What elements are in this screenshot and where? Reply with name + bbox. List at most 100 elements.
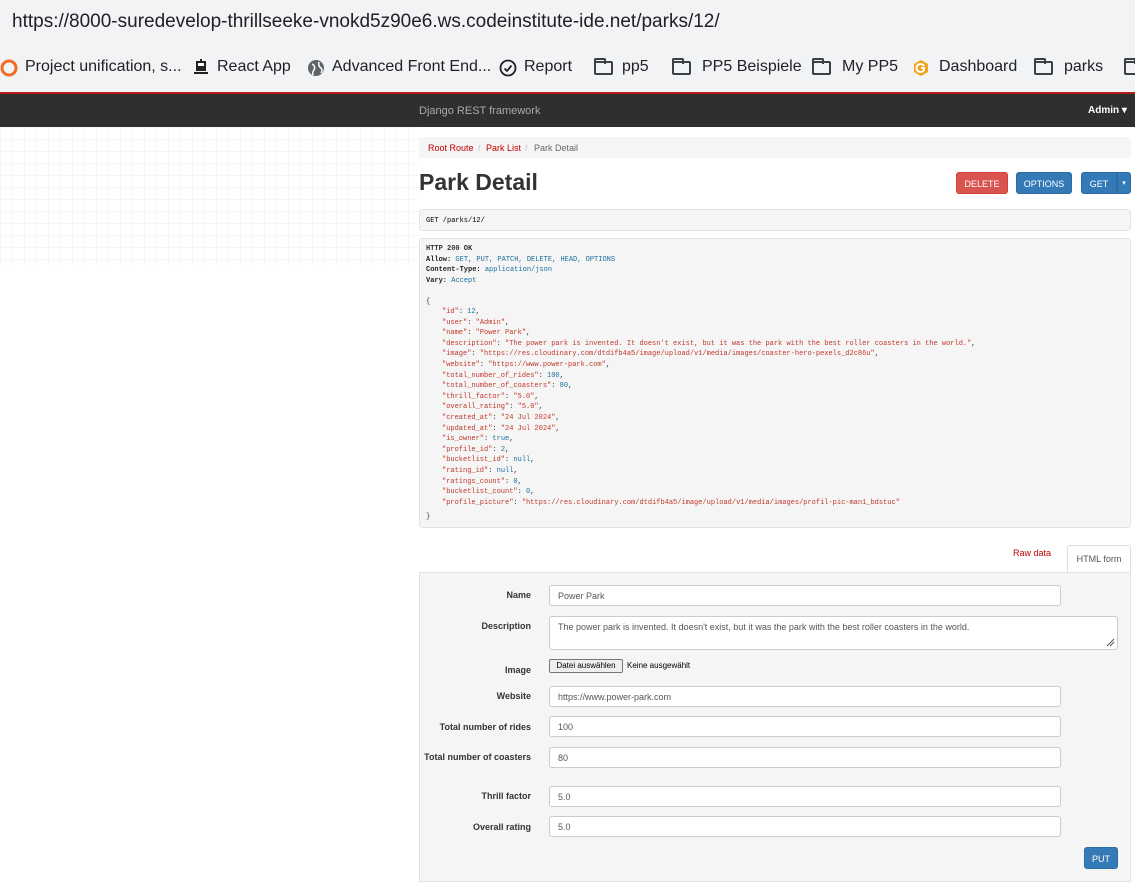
put-button[interactable]: PUT (1084, 847, 1118, 869)
response-header: Content-Type: application/json (426, 266, 552, 274)
json-field: "updated_at": "24 Jul 2024", (442, 424, 560, 433)
get-button[interactable]: GET (1081, 172, 1117, 194)
header-value: application/json (484, 266, 553, 274)
g-logo-icon (914, 60, 928, 76)
navbar-brand[interactable]: Django REST framework (419, 105, 540, 117)
json-value: null (496, 467, 514, 475)
json-value: "5.0" (513, 392, 535, 401)
json-field: "id": 12, (442, 308, 480, 316)
delete-button[interactable]: DELETE (956, 172, 1008, 194)
header-value: GET, PUT, PATCH, DELETE, HEAD, OPTIONS (455, 256, 616, 264)
choose-file-button[interactable]: Datei auswählen (549, 659, 623, 673)
folder-icon (672, 58, 691, 75)
overall-rating-label: Overall rating (472, 822, 531, 832)
json-field: "description": "The power park is invent… (442, 339, 976, 348)
name-label: Name (506, 590, 531, 600)
page-title: Park Detail (419, 169, 538, 195)
bookmark-label: Advanced Front End... (332, 58, 492, 75)
json-value: "24 Jul 2024" (500, 414, 556, 422)
json-key: "profile_id" (442, 445, 493, 454)
json-key: "name" (442, 329, 468, 338)
json-field: "bucketlist_id": null, (442, 456, 535, 465)
options-button[interactable]: OPTIONS (1016, 172, 1072, 194)
json-key: "created_at" (442, 414, 493, 422)
url-text[interactable]: https://8000-suredevelop-thrillseeke-vno… (12, 11, 720, 33)
json-open-brace: { (426, 298, 431, 306)
no-file-chosen-text: Keine ausgewählt (627, 661, 691, 670)
user-menu[interactable]: Admin ▾ (1088, 105, 1127, 116)
breadcrumb-park-list[interactable]: Park List (486, 143, 521, 153)
resize-handle-icon[interactable] (1105, 637, 1115, 647)
json-key: "rating_id" (442, 467, 489, 475)
folder-icon (1124, 58, 1135, 75)
thrill-factor-label: Thrill factor (481, 791, 531, 801)
json-field: "thrill_factor": "5.0", (442, 392, 539, 401)
thrill-factor-field[interactable]: 5.0 (549, 786, 1061, 807)
bookmark-label: Project unification, s... (25, 58, 182, 75)
folder-icon (594, 58, 613, 75)
response-info: HTTP 200 OK Allow: GET, PUT, PATCH, DELE… (419, 238, 1131, 528)
bookmark-label: Dashboard (939, 58, 1018, 75)
folder-icon (1034, 58, 1053, 75)
json-value: null (513, 456, 531, 465)
breadcrumb-separator: / (478, 143, 481, 153)
request-info: GET /parks/12/ (419, 209, 1131, 231)
header-key: Allow: (426, 256, 452, 264)
image-label: Image (504, 665, 531, 675)
bookmark-label: My PP5 (842, 58, 899, 75)
overall-rating-field[interactable]: 5.0 (549, 816, 1061, 837)
header-key: Vary: (426, 277, 448, 285)
total-rides-field[interactable]: 100 (549, 716, 1061, 737)
json-key: "overall_rating" (442, 403, 510, 412)
json-key: "user" (442, 318, 468, 327)
breadcrumb-separator: / (525, 143, 528, 153)
bookmark-label: React App (217, 58, 291, 75)
json-key: "id" (442, 308, 459, 316)
json-value: "https://www.power-park.com" (488, 361, 606, 369)
response-header: Vary: Accept (426, 277, 476, 285)
json-field: "profile_picture": "https://res.cloudina… (442, 498, 900, 507)
tab-raw-data[interactable]: Raw data (1013, 548, 1051, 558)
description-label: Description (481, 621, 531, 631)
json-value: 0 (513, 477, 518, 486)
json-close-brace: } (426, 513, 431, 521)
bookmark-label: parks (1064, 58, 1104, 75)
total-coasters-field[interactable]: 80 (549, 747, 1061, 768)
ring-icon (0, 59, 18, 77)
json-field: "ratings_count": 0, (442, 477, 522, 486)
top-navbar: Django REST framework Admin ▾ (0, 94, 1135, 127)
website-field[interactable]: https://www.power-park.com (549, 686, 1061, 707)
json-key: "website" (442, 361, 480, 369)
json-key: "is_owner" (442, 435, 485, 444)
json-field: "profile_id": 2, (442, 445, 510, 454)
json-field: "name": "Power Park", (442, 329, 531, 338)
json-key: "updated_at" (442, 424, 493, 433)
description-field[interactable]: The power park is invented. It doesn't e… (549, 616, 1118, 650)
json-field: "total_number_of_coasters": 80, (442, 382, 573, 391)
get-format-dropdown-caret[interactable]: ▾ (1117, 172, 1131, 194)
tab-html-form[interactable]: HTML form (1067, 545, 1131, 573)
json-value: 100 (547, 371, 560, 380)
breadcrumb-park-detail: Park Detail (534, 143, 579, 153)
json-value: 80 (559, 382, 569, 391)
json-field: "created_at": "24 Jul 2024", (442, 414, 560, 422)
json-value: "Power Park" (475, 329, 527, 338)
check-circle-icon (499, 59, 517, 77)
json-key: "bucketlist_id" (442, 456, 506, 465)
json-key: "thrill_factor" (442, 392, 506, 401)
json-key: "total_number_of_rides" (442, 371, 539, 380)
rides-label: Total number of rides (439, 722, 531, 732)
json-key: "description" (442, 339, 497, 348)
json-value: 0 (526, 488, 531, 497)
name-field[interactable]: Power Park (549, 585, 1061, 606)
address-bar[interactable]: https://8000-suredevelop-thrillseeke-vno… (0, 0, 1135, 42)
json-key: "profile_picture" (442, 498, 514, 507)
bookmark-label: pp5 (622, 58, 649, 75)
json-value: "https://res.cloudinary.com/dtdifb4a5/im… (479, 350, 875, 359)
header-value: Accept (451, 277, 477, 285)
json-field: "overall_rating": "5.0", (442, 403, 543, 412)
json-value: true (492, 435, 510, 444)
bookmark-label: Report (524, 58, 573, 75)
request-line: GET /parks/12/ (426, 217, 485, 225)
breadcrumb-root-route[interactable]: Root Route (428, 143, 474, 153)
